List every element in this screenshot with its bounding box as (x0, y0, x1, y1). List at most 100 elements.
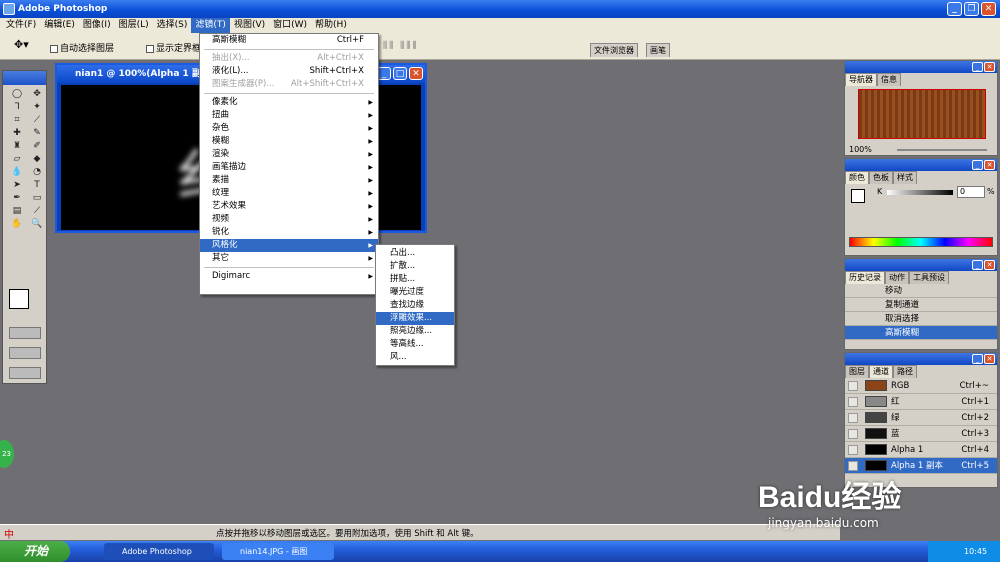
tab-color[interactable]: 颜色 (845, 171, 869, 184)
history-item[interactable]: 复制通道 (845, 298, 997, 312)
crop-tool-icon[interactable]: ⌗ (8, 114, 26, 126)
color-k-value[interactable]: 0 (957, 186, 985, 198)
stylize-item-tiles[interactable]: 拼贴... (376, 273, 454, 286)
show-bounds-option[interactable]: 显示定界框 (146, 41, 201, 54)
magic-wand-icon[interactable]: ✦ (28, 101, 46, 113)
tab-brushes[interactable]: 画笔 (646, 43, 670, 57)
channel-row[interactable]: RGB Ctrl+~ (845, 378, 997, 394)
tab-tool-presets[interactable]: 工具预设 (909, 271, 949, 284)
menu-filter[interactable]: 滤镜(T) (191, 18, 230, 33)
clock[interactable]: 10:45 (964, 547, 987, 556)
notes-tool-icon[interactable]: ▤ (8, 205, 26, 217)
doc-minimize-button[interactable]: _ (377, 67, 391, 80)
filter-item-noise[interactable]: 杂色 ▶ (200, 122, 378, 135)
close-button[interactable]: ✕ (981, 2, 996, 16)
filter-item-last[interactable]: 高斯模糊 Ctrl+F (200, 34, 378, 47)
screen-mode-icon[interactable] (9, 347, 41, 359)
navigator-zoom[interactable]: 100% (849, 145, 872, 154)
channel-row[interactable]: 红 Ctrl+1 (845, 394, 997, 410)
visibility-icon[interactable] (848, 381, 858, 391)
history-item-current[interactable]: 高斯模糊 (845, 326, 997, 340)
color-k-slider[interactable] (887, 190, 953, 195)
floating-badge[interactable]: 23 (0, 440, 14, 468)
history-item[interactable]: 取消选择 (845, 312, 997, 326)
show-bounds-checkbox[interactable] (146, 44, 154, 53)
color-foreground-swatch[interactable] (851, 189, 865, 203)
history-item[interactable]: 移动 (845, 284, 997, 298)
tab-channels[interactable]: 通道 (869, 365, 893, 378)
filter-item-blur[interactable]: 模糊 ▶ (200, 135, 378, 148)
stylize-item-trace-contour[interactable]: 等高线... (376, 338, 454, 351)
stylize-item-glowing-edges[interactable]: 照亮边缘... (376, 325, 454, 338)
navigator-zoom-slider[interactable] (897, 149, 987, 151)
marquee-tool-icon[interactable]: ◯ (8, 88, 26, 100)
restore-button[interactable]: ❐ (964, 2, 979, 16)
tab-paths[interactable]: 路径 (893, 365, 917, 378)
tab-styles[interactable]: 样式 (893, 171, 917, 184)
zoom-tool-icon[interactable]: 🔍 (28, 218, 46, 230)
stylize-item-extrude[interactable]: 凸出... (376, 247, 454, 260)
filter-item-brush-strokes[interactable]: 画笔描边 ▶ (200, 161, 378, 174)
healing-brush-icon[interactable]: ✚ (8, 127, 26, 139)
filter-item-liquify[interactable]: 液化(L)... Shift+Ctrl+X (200, 65, 378, 78)
move-tool-icon[interactable]: ✥▾ (14, 38, 29, 51)
minimize-button[interactable]: _ (947, 2, 962, 16)
tab-swatches[interactable]: 色板 (869, 171, 893, 184)
filter-item-stylize[interactable]: 风格化 ▶ (200, 239, 378, 252)
hand-tool-icon[interactable]: ✋ (8, 218, 26, 230)
ime-indicator[interactable]: 中 (4, 526, 14, 541)
lasso-tool-icon[interactable]: ᒣ (8, 101, 26, 113)
brush-tool-icon[interactable]: ✎ (28, 127, 46, 139)
stylize-item-find-edges[interactable]: 查找边缘 (376, 299, 454, 312)
eyedropper-icon[interactable]: ⟋ (28, 205, 46, 217)
filter-item-texture[interactable]: 纹理 ▶ (200, 187, 378, 200)
stylize-item-emboss[interactable]: 浮雕效果... (376, 312, 454, 325)
visibility-icon[interactable] (848, 429, 858, 439)
doc-maximize-button[interactable]: □ (393, 67, 407, 80)
visibility-icon[interactable] (848, 461, 858, 471)
filter-item-render[interactable]: 渲染 ▶ (200, 148, 378, 161)
color-ramp[interactable] (849, 237, 993, 247)
filter-item-video[interactable]: 视频 ▶ (200, 213, 378, 226)
menu-view[interactable]: 视图(V) (230, 18, 269, 33)
taskbar-button-photoshop[interactable]: Adobe Photoshop (104, 543, 214, 560)
auto-select-option[interactable]: 自动选择图层 (50, 41, 114, 54)
tab-navigator[interactable]: 导航器 (845, 73, 877, 86)
filter-item-other[interactable]: 其它 ▶ (200, 252, 378, 265)
menu-edit[interactable]: 编辑(E) (40, 18, 79, 33)
menu-image[interactable]: 图像(I) (79, 18, 115, 33)
stylize-item-diffuse[interactable]: 扩散... (376, 260, 454, 273)
pen-tool-icon[interactable]: ✒ (8, 192, 26, 204)
filter-item-distort[interactable]: 扭曲 ▶ (200, 109, 378, 122)
jump-to-imageready-icon[interactable] (9, 367, 41, 379)
menu-window[interactable]: 窗口(W) (269, 18, 311, 33)
channel-row[interactable]: Alpha 1 Ctrl+4 (845, 442, 997, 458)
tab-info[interactable]: 信息 (877, 73, 901, 86)
filter-item-digimarc[interactable]: Digimarc ▶ (200, 270, 378, 283)
doc-close-button[interactable]: ✕ (409, 67, 423, 80)
stylize-item-solarize[interactable]: 曝光过度 (376, 286, 454, 299)
channel-row[interactable]: 绿 Ctrl+2 (845, 410, 997, 426)
tab-history[interactable]: 历史记录 (845, 271, 885, 284)
filter-item-sharpen[interactable]: 锐化 ▶ (200, 226, 378, 239)
eraser-tool-icon[interactable]: ▱ (8, 153, 26, 165)
taskbar-button-paint[interactable]: nian14.JPG - 画图 (222, 543, 334, 560)
path-select-icon[interactable]: ➤ (8, 179, 26, 191)
dodge-tool-icon[interactable]: ◔ (28, 166, 46, 178)
filter-item-sketch[interactable]: 素描 ▶ (200, 174, 378, 187)
navigator-thumbnail[interactable] (858, 89, 986, 139)
align-icons[interactable]: ⫼⫼ ⫼⫼⫼ (383, 41, 419, 51)
type-tool-icon[interactable]: T (28, 179, 46, 191)
clone-stamp-icon[interactable]: ♜ (8, 140, 26, 152)
start-button[interactable]: 开始 (0, 541, 70, 562)
filter-item-artistic[interactable]: 艺术效果 ▶ (200, 200, 378, 213)
menu-select[interactable]: 选择(S) (153, 18, 192, 33)
stylize-item-wind[interactable]: 风... (376, 351, 454, 364)
quick-mask-icon[interactable] (9, 327, 41, 339)
filter-item-pixelate[interactable]: 像素化 ▶ (200, 96, 378, 109)
visibility-icon[interactable] (848, 397, 858, 407)
history-brush-icon[interactable]: ✐ (28, 140, 46, 152)
tab-actions[interactable]: 动作 (885, 271, 909, 284)
shape-tool-icon[interactable]: ▭ (28, 192, 46, 204)
channel-row[interactable]: 蓝 Ctrl+3 (845, 426, 997, 442)
